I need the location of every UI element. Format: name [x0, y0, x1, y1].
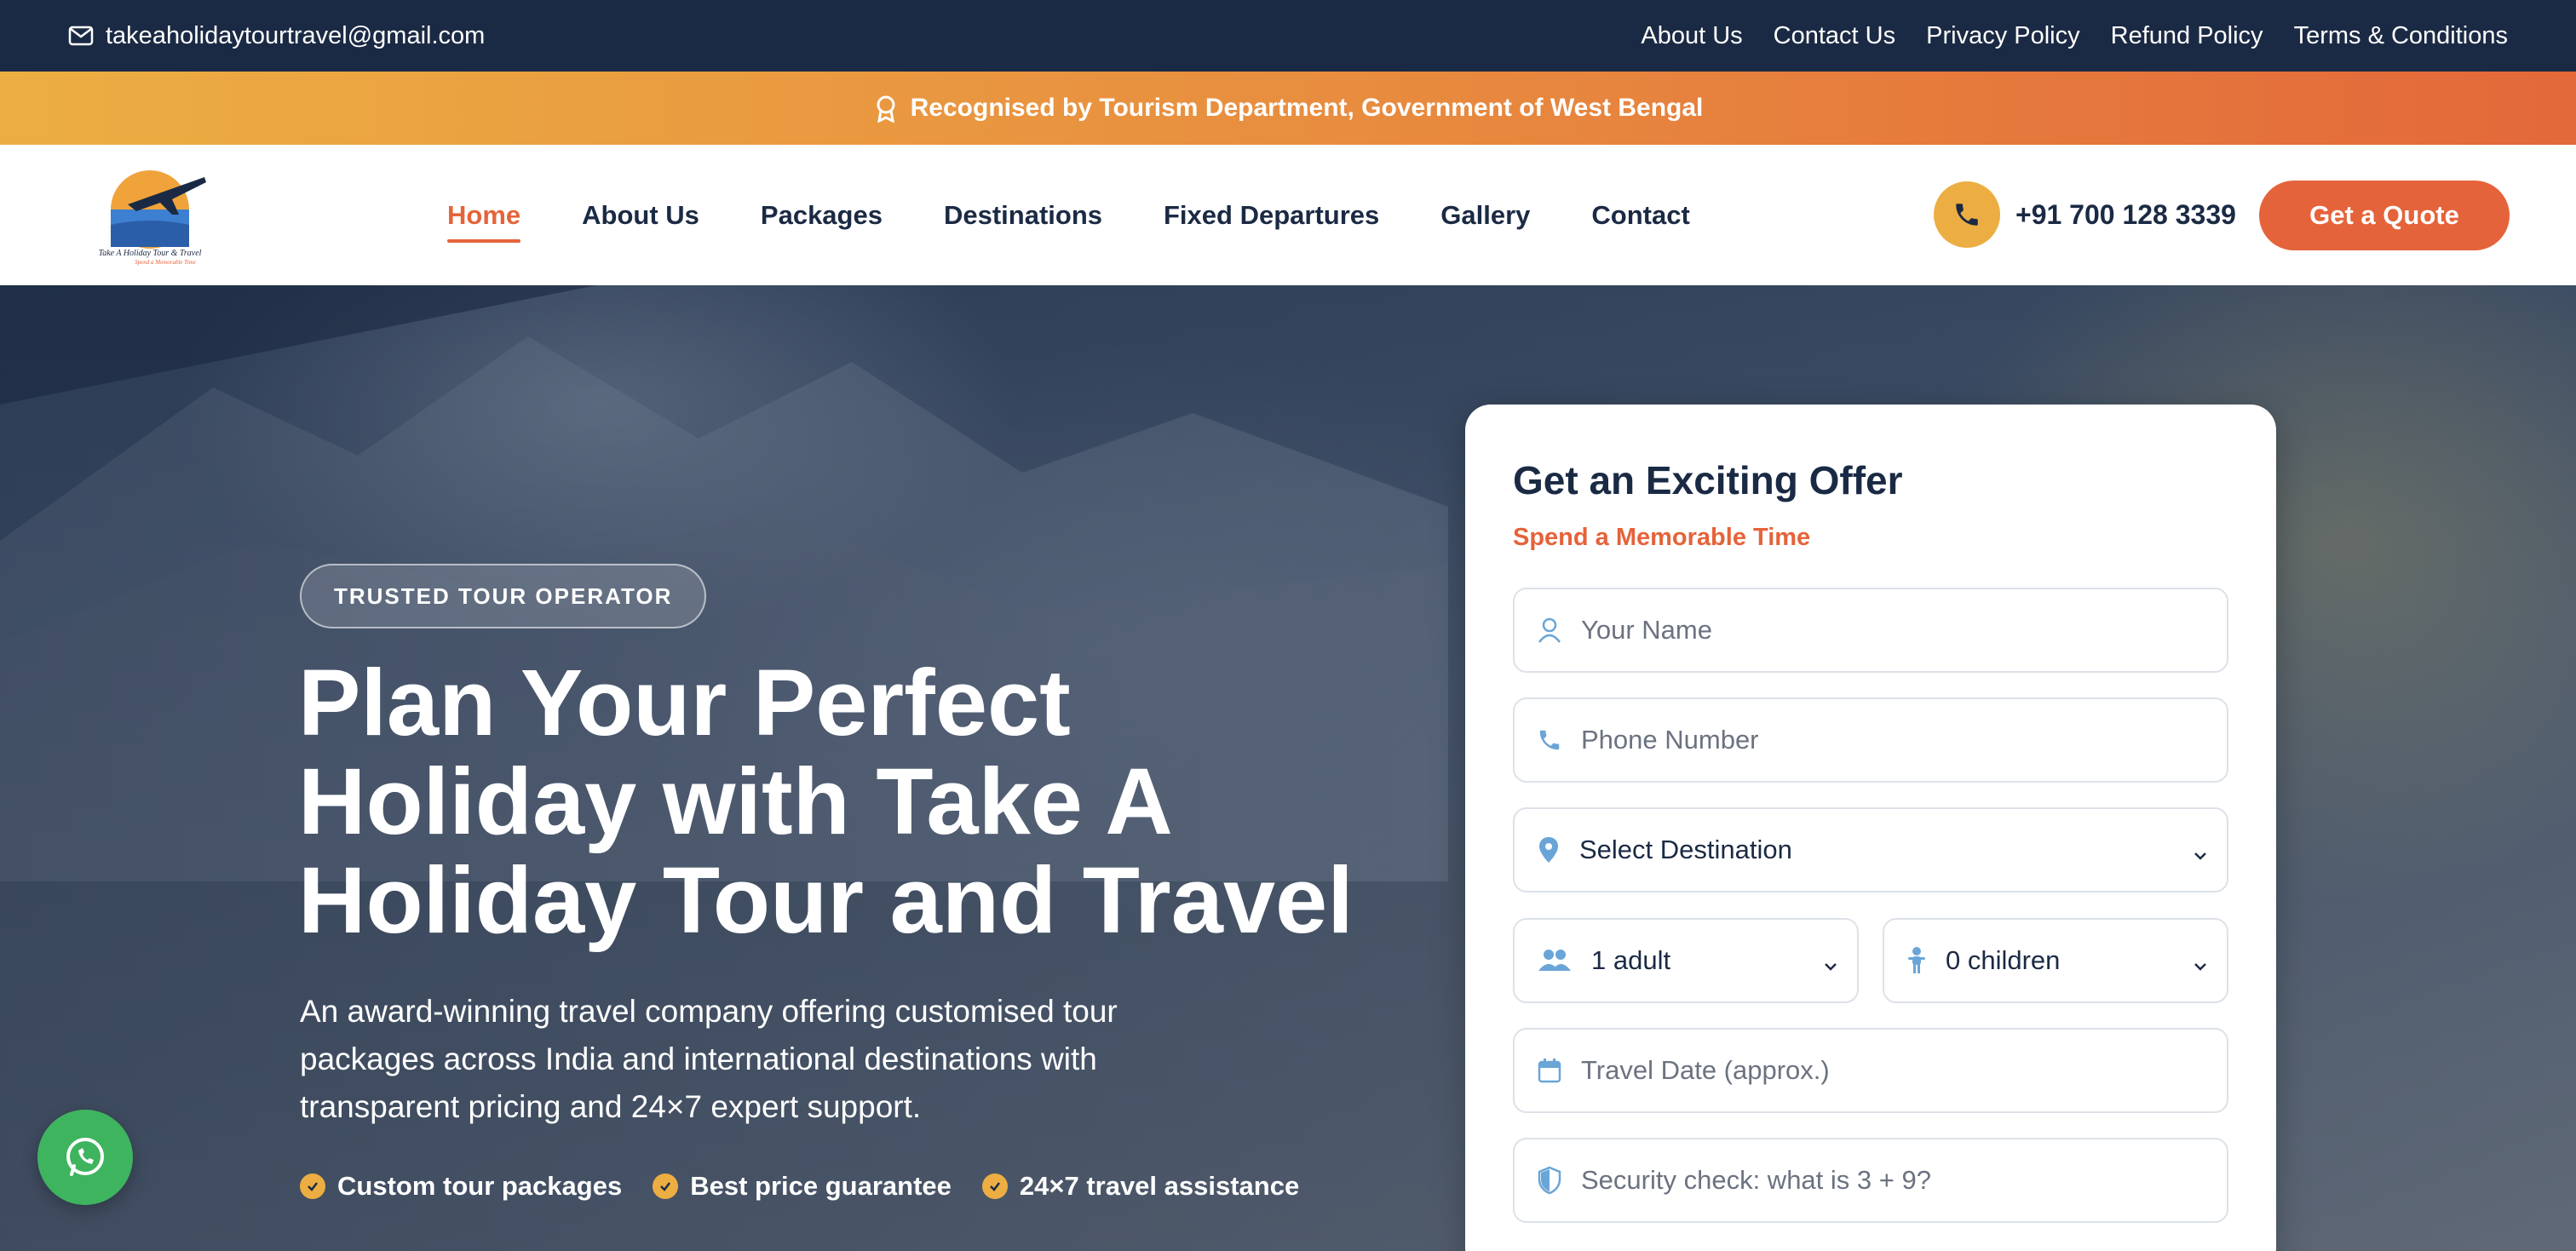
travel-date-field[interactable]: Travel Date (approx.)	[1513, 1028, 2228, 1113]
chevron-down-icon	[2191, 841, 2210, 872]
child-icon	[1906, 946, 1927, 975]
top-link-refund[interactable]: Refund Policy	[2111, 22, 2263, 50]
top-bar: takeaholidaytourtravel@gmail.com About U…	[0, 0, 2576, 72]
main-nav: Home About Us Packages Destinations Fixe…	[447, 145, 1690, 285]
offer-form-card: Get an Exciting Offer Spend a Memorable …	[1465, 405, 2276, 1251]
destination-value: Select Destination	[1579, 835, 1792, 864]
shield-icon	[1537, 1166, 1562, 1195]
feature-label: 24×7 travel assistance	[1019, 1171, 1300, 1201]
form-subtitle: Spend a Memorable Time	[1513, 524, 1811, 551]
children-select[interactable]: 0 children	[1883, 918, 2228, 1003]
feature-item: Custom tour packages	[300, 1171, 622, 1202]
name-placeholder: Your Name	[1581, 615, 1712, 645]
security-check-field[interactable]: Security check: what is 3 + 9?	[1513, 1138, 2228, 1223]
travel-date-placeholder: Travel Date (approx.)	[1581, 1055, 1830, 1085]
hero-headline-line-1: Plan Your Perfect	[298, 651, 1071, 755]
announcement-bar: Recognised by Tourism Department, Govern…	[0, 72, 2576, 145]
hero-headline: Plan Your Perfect Holiday with Take A Ho…	[298, 654, 1448, 950]
award-icon	[873, 94, 899, 123]
whatsapp-icon	[61, 1133, 109, 1181]
phone-icon	[1934, 181, 2000, 248]
calendar-icon	[1537, 1057, 1562, 1084]
users-icon	[1537, 947, 1573, 974]
nav-gallery[interactable]: Gallery	[1440, 200, 1530, 231]
phone-icon	[1537, 727, 1562, 753]
security-placeholder: Security check: what is 3 + 9?	[1581, 1165, 1931, 1195]
top-link-terms[interactable]: Terms & Conditions	[2294, 22, 2508, 50]
top-link-contact[interactable]: Contact Us	[1774, 22, 1895, 50]
nav-destinations[interactable]: Destinations	[944, 200, 1102, 231]
hero-headline-line-2: Holiday with Take A	[298, 749, 1173, 854]
check-icon	[981, 1174, 1008, 1199]
feature-label: Best price guarantee	[690, 1171, 952, 1201]
hero-headline-line-3: Holiday Tour and Travel	[298, 848, 1354, 953]
top-link-privacy[interactable]: Privacy Policy	[1926, 22, 2080, 50]
phone-placeholder: Phone Number	[1581, 725, 1759, 755]
phone-field[interactable]: Phone Number	[1513, 697, 2228, 783]
header-phone[interactable]: +91 700 128 3339	[1934, 181, 2236, 249]
form-title: Get an Exciting Offer	[1513, 458, 1903, 502]
hero-features: Custom tour packages Best price guarante…	[300, 1171, 1299, 1202]
get-quote-button[interactable]: Get a Quote	[2259, 181, 2510, 250]
main-header: Take A Holiday Tour & Travel Spend a Mem…	[0, 145, 2576, 285]
email-link[interactable]: takeaholidaytourtravel@gmail.com	[68, 0, 485, 72]
logo-text-main: Take A Holiday Tour & Travel	[99, 249, 202, 258]
feature-item: Best price guarantee	[653, 1171, 952, 1202]
feature-label: Custom tour packages	[337, 1171, 623, 1201]
map-pin-icon	[1537, 835, 1561, 864]
name-field[interactable]: Your Name	[1513, 588, 2228, 673]
hero-subtext: An award-winning travel company offering…	[300, 994, 1118, 1124]
check-icon	[300, 1174, 325, 1199]
feature-item: 24×7 travel assistance	[981, 1171, 1300, 1202]
hero-section: TRUSTED TOUR OPERATOR Plan Your Perfect …	[0, 285, 2576, 1251]
chevron-down-icon	[1821, 952, 1840, 983]
adults-value: 1 adult	[1591, 945, 1671, 975]
email-text: takeaholidaytourtravel@gmail.com	[106, 21, 486, 49]
site-logo[interactable]: Take A Holiday Tour & Travel Spend a Mem…	[77, 165, 223, 267]
destination-select[interactable]: Select Destination	[1513, 807, 2228, 892]
trusted-badge: TRUSTED TOUR OPERATOR	[300, 564, 707, 628]
nav-packages[interactable]: Packages	[761, 200, 883, 231]
nav-fixed-departures[interactable]: Fixed Departures	[1164, 200, 1379, 231]
children-value: 0 children	[1946, 945, 2061, 975]
whatsapp-button[interactable]	[37, 1110, 133, 1205]
top-links: About Us Contact Us Privacy Policy Refun…	[1641, 0, 2508, 72]
nav-about[interactable]: About Us	[582, 200, 699, 231]
announcement-text: Recognised by Tourism Department, Govern…	[910, 94, 1704, 122]
top-link-about[interactable]: About Us	[1641, 22, 1742, 50]
logo-text-tagline: Spend a Memorable Time	[135, 259, 196, 266]
nav-home[interactable]: Home	[447, 200, 521, 243]
user-icon	[1537, 617, 1562, 644]
chevron-down-icon	[2191, 952, 2210, 983]
adults-select[interactable]: 1 adult	[1513, 918, 1859, 1003]
mail-icon	[68, 26, 94, 46]
check-icon	[653, 1174, 679, 1199]
phone-number: +91 700 128 3339	[2015, 198, 2236, 230]
nav-contact[interactable]: Contact	[1591, 200, 1689, 231]
